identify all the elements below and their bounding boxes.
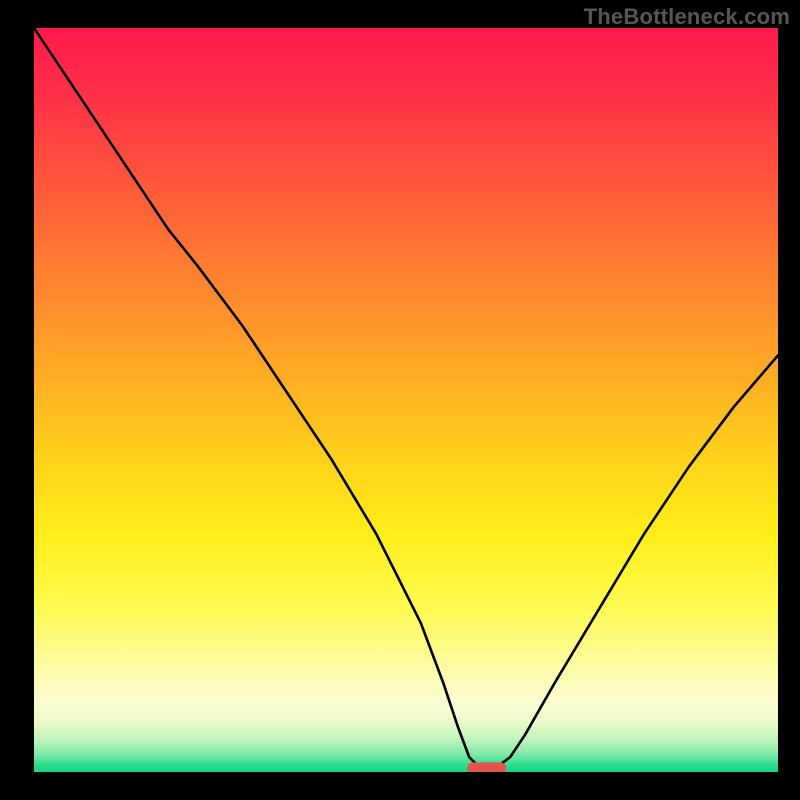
bottleneck-chart	[34, 28, 778, 772]
watermark-label: TheBottleneck.com	[584, 4, 790, 30]
chart-frame: TheBottleneck.com	[0, 0, 800, 800]
optimal-marker	[467, 762, 506, 772]
gradient-background	[34, 28, 778, 772]
